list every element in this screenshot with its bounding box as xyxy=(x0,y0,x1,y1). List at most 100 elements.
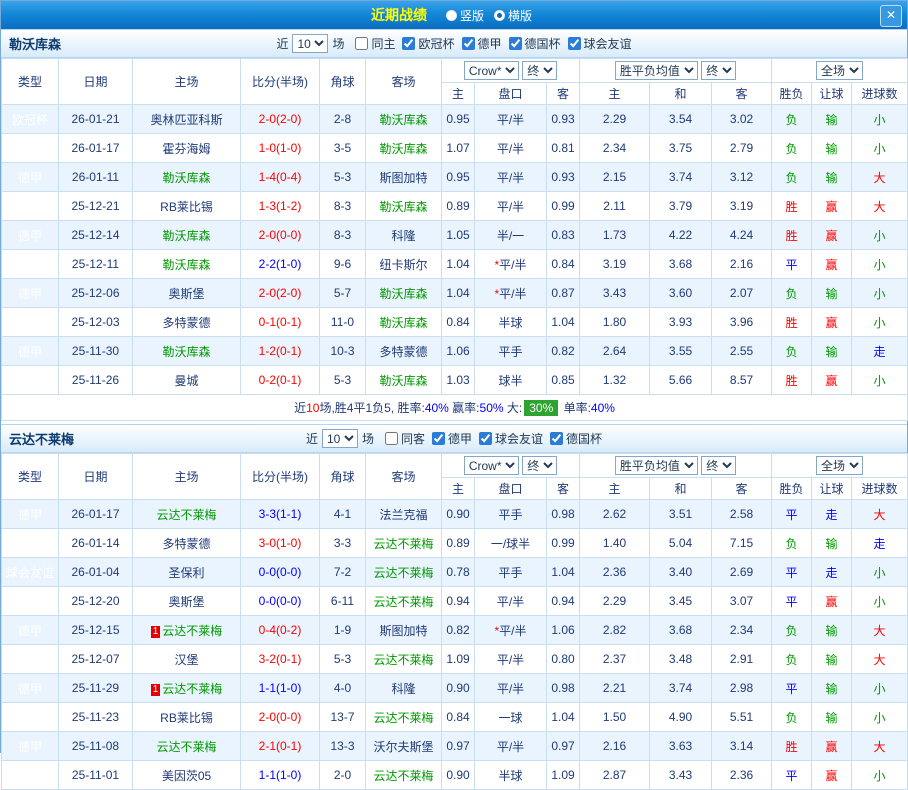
filter-checkbox[interactable]: 同主 xyxy=(355,35,395,52)
odds-time-select[interactable]: 终 xyxy=(522,61,558,80)
away-team[interactable]: 科隆 xyxy=(365,220,442,250)
home-team[interactable]: 汉堡 xyxy=(132,644,241,674)
table-row: 球会友谊 26-01-04 圣保利 0-0(0-0) 7-2 云达不莱梅 0.7… xyxy=(1,557,908,587)
league-badge[interactable]: 德甲 xyxy=(1,760,59,790)
league-badge[interactable]: 德甲 xyxy=(1,499,59,529)
scope-select[interactable]: 全场 xyxy=(816,61,864,80)
away-team[interactable]: 云达不莱梅 xyxy=(365,702,442,732)
home-team[interactable]: 勒沃库森 xyxy=(132,336,241,366)
away-team[interactable]: 勒沃库森 xyxy=(365,133,442,163)
away-team[interactable]: 勒沃库森 xyxy=(365,365,442,395)
layout-vertical-radio[interactable]: 竖版 xyxy=(445,7,484,24)
home-team[interactable]: 勒沃库森 xyxy=(132,249,241,279)
filter-checkbox[interactable]: 球会友谊 xyxy=(479,430,543,447)
league-badge[interactable]: 德甲 xyxy=(1,702,59,732)
checkbox-input[interactable] xyxy=(432,431,445,445)
filter-checkbox[interactable]: 同客 xyxy=(384,430,425,447)
checkbox-input[interactable] xyxy=(508,36,522,50)
filter-checkbox[interactable]: 欧冠杯 xyxy=(402,35,455,52)
draw-odds: 5.04 xyxy=(649,528,713,558)
league-badge[interactable]: 德甲 xyxy=(1,528,59,558)
home-team[interactable]: 奥斯堡 xyxy=(132,586,241,616)
away-team[interactable]: 多特蒙德 xyxy=(365,336,442,366)
home-team[interactable]: 圣保利 xyxy=(132,557,241,587)
europe-odds-select[interactable]: 胜平负均值 xyxy=(614,61,698,80)
away-team[interactable]: 勒沃库森 xyxy=(365,278,442,308)
result-handicap: 走 xyxy=(811,499,853,529)
away-team[interactable]: 斯图加特 xyxy=(365,615,442,645)
away-team[interactable]: 沃尔夫斯堡 xyxy=(365,731,442,761)
checkbox-input[interactable] xyxy=(384,431,398,445)
away-team[interactable]: 云达不莱梅 xyxy=(365,586,442,616)
home-team[interactable]: 多特蒙德 xyxy=(132,307,241,337)
away-team[interactable]: 云达不莱梅 xyxy=(365,760,442,790)
scope-select[interactable]: 全场 xyxy=(816,456,864,475)
away-team[interactable]: 法兰克福 xyxy=(365,499,442,529)
away-team[interactable]: 斯图加特 xyxy=(365,162,442,192)
league-badge[interactable]: 德甲 xyxy=(1,220,59,250)
checkbox-input[interactable] xyxy=(479,431,493,445)
asian-odds-home: 0.95 xyxy=(441,104,475,134)
filter-checkbox[interactable]: 德甲 xyxy=(461,35,502,52)
score: 3-3(1-1) xyxy=(240,499,320,529)
odds-company-select[interactable]: Crow* xyxy=(463,456,519,475)
home-team[interactable]: 美因茨05 xyxy=(132,760,241,790)
league-badge[interactable]: 球会友谊 xyxy=(1,557,59,587)
filter-bar: 近 10 场 同主 欧冠杯 德甲 德国杯 球会友谊 xyxy=(276,34,632,53)
home-team[interactable]: 奥斯堡 xyxy=(132,278,241,308)
away-team[interactable]: 云达不莱梅 xyxy=(365,644,442,674)
checkbox-input[interactable] xyxy=(461,36,475,50)
league-badge[interactable]: 德甲 xyxy=(1,586,59,616)
checkbox-input[interactable] xyxy=(402,36,416,50)
away-team[interactable]: 云达不莱梅 xyxy=(365,557,442,587)
league-badge[interactable]: 德甲 xyxy=(1,731,59,761)
league-badge[interactable]: 德甲 xyxy=(1,644,59,674)
away-team[interactable]: 勒沃库森 xyxy=(365,191,442,221)
home-team[interactable]: RB莱比锡 xyxy=(132,191,241,221)
filter-checkbox[interactable]: 德国杯 xyxy=(550,430,602,447)
filter-checkbox[interactable]: 德国杯 xyxy=(508,35,561,52)
europe-odds-select[interactable]: 胜平负均值 xyxy=(614,456,698,475)
europe-time-select[interactable]: 终 xyxy=(701,456,737,475)
league-badge[interactable]: 德甲 xyxy=(1,133,59,163)
home-team[interactable]: 云达不莱梅 xyxy=(132,731,241,761)
league-badge[interactable]: 德甲 xyxy=(1,191,59,221)
league-badge[interactable]: 德甲 xyxy=(1,162,59,192)
odds-time-select[interactable]: 终 xyxy=(522,456,558,475)
checkbox-input[interactable] xyxy=(550,431,564,445)
home-team[interactable]: 1 云达不莱梅 xyxy=(132,673,241,703)
recent-count-select[interactable]: 10 xyxy=(321,429,358,448)
home-team[interactable]: 勒沃库森 xyxy=(132,220,241,250)
layout-horizontal-radio[interactable]: 横版 xyxy=(494,7,532,24)
filter-checkbox[interactable]: 球会友谊 xyxy=(567,35,632,52)
home-team[interactable]: 1 云达不莱梅 xyxy=(132,615,241,645)
home-team[interactable]: 奥林匹亚科斯 xyxy=(132,104,241,134)
recent-count-select[interactable]: 10 xyxy=(292,34,329,53)
europe-time-select[interactable]: 终 xyxy=(701,61,737,80)
checkbox-input[interactable] xyxy=(567,36,581,50)
league-badge[interactable]: 欧冠杯 xyxy=(1,365,59,395)
home-team[interactable]: 勒沃库森 xyxy=(132,162,241,192)
home-team[interactable]: 霍芬海姆 xyxy=(132,133,241,163)
checkbox-input[interactable] xyxy=(355,36,369,50)
league-badge[interactable]: 德甲 xyxy=(1,278,59,308)
away-team[interactable]: 纽卡斯尔 xyxy=(365,249,442,279)
away-team[interactable]: 云达不莱梅 xyxy=(365,528,442,558)
odds-company-select[interactable]: Crow* xyxy=(463,61,519,80)
home-team[interactable]: 多特蒙德 xyxy=(132,528,241,558)
home-team[interactable]: 云达不莱梅 xyxy=(132,499,241,529)
league-badge[interactable]: 欧冠杯 xyxy=(1,249,59,279)
league-badge[interactable]: 德甲 xyxy=(1,673,59,703)
away-team[interactable]: 勒沃库森 xyxy=(365,104,442,134)
away-team[interactable]: 科隆 xyxy=(365,673,442,703)
league-badge[interactable]: 欧冠杯 xyxy=(1,104,59,134)
league-badge[interactable]: 德国杯 xyxy=(1,307,59,337)
home-team[interactable]: 曼城 xyxy=(132,365,241,395)
league-badge[interactable]: 德甲 xyxy=(1,336,59,366)
home-team[interactable]: RB莱比锡 xyxy=(132,702,241,732)
table-row: 德甲 25-12-15 1 云达不莱梅 0-4(0-2) 1-9 斯图加特 0.8… xyxy=(1,615,908,645)
filter-checkbox[interactable]: 德甲 xyxy=(432,430,472,447)
away-team[interactable]: 勒沃库森 xyxy=(365,307,442,337)
league-badge[interactable]: 德甲 xyxy=(1,615,59,645)
close-icon[interactable]: ✕ xyxy=(880,5,902,27)
